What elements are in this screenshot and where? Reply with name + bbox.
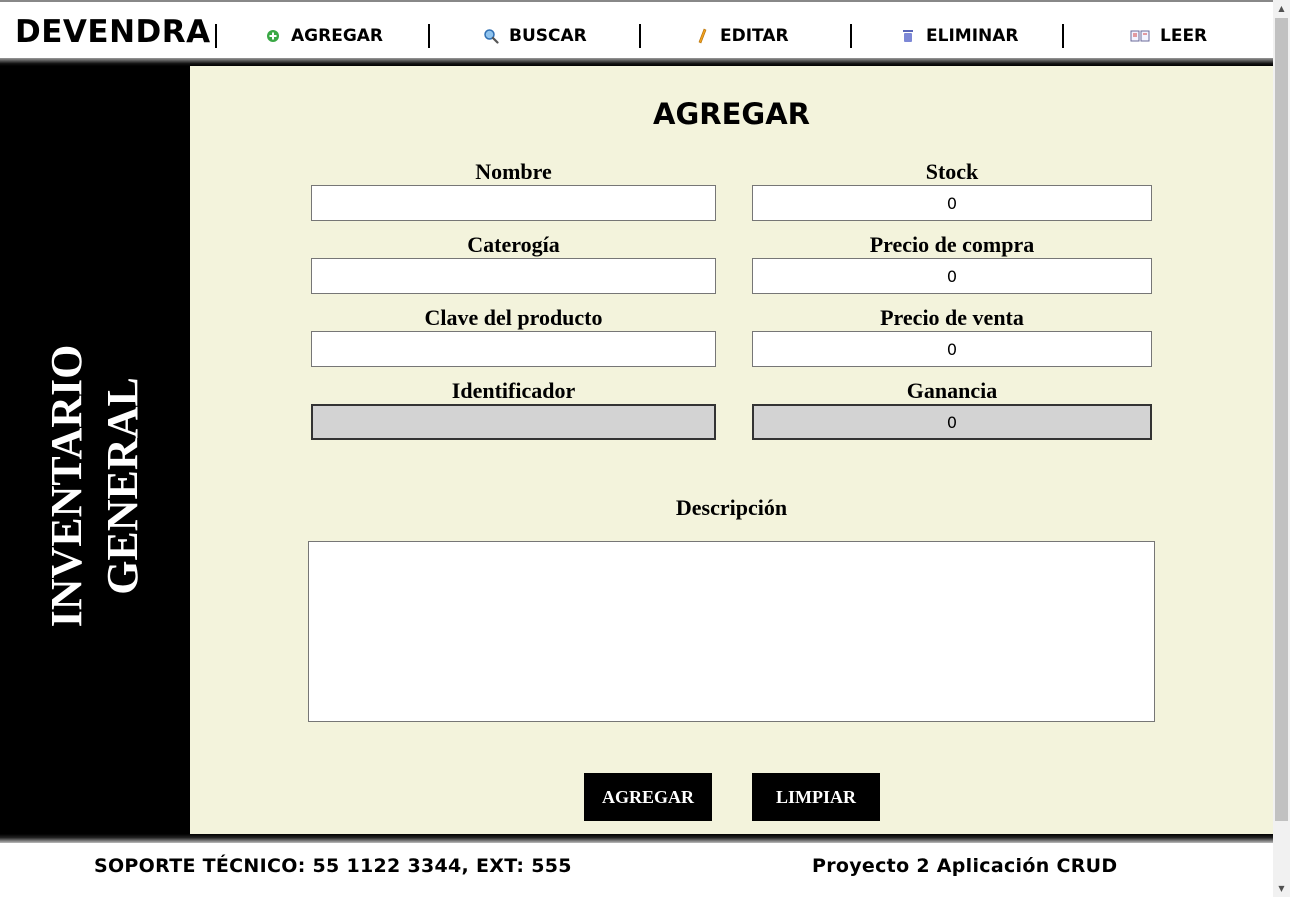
- nav-leer-label: LEER: [1160, 26, 1208, 46]
- nav-eliminar-label: ELIMINAR: [926, 26, 1019, 46]
- ganancia-field: [752, 404, 1152, 440]
- precio-venta-field[interactable]: [752, 331, 1152, 367]
- header-divider: [0, 58, 1273, 66]
- nav-separator: [639, 24, 641, 48]
- nav-separator: [215, 24, 217, 48]
- page-title: AGREGAR: [653, 97, 810, 131]
- footer: SOPORTE TÉCNICO: 55 1122 3344, EXT: 555 …: [0, 843, 1273, 897]
- sidebar-title-line2: GENERAL: [98, 377, 147, 595]
- brand-logo: DEVENDRA: [15, 14, 211, 50]
- search-icon: [483, 28, 499, 44]
- stock-label: Stock: [925, 159, 979, 184]
- nav-agregar-label: AGREGAR: [291, 26, 384, 46]
- clave-producto-label: Clave del producto: [424, 305, 603, 330]
- precio-venta-label: Precio de venta: [880, 305, 1024, 330]
- descripcion-label: Descripción: [675, 495, 788, 520]
- agregar-button[interactable]: AGREGAR: [584, 773, 712, 821]
- nombre-label: Nombre: [475, 159, 552, 184]
- nav-agregar[interactable]: AGREGAR: [265, 24, 383, 48]
- clave-producto-field[interactable]: [311, 331, 716, 367]
- nav-buscar-label: BUSCAR: [509, 26, 587, 46]
- descripcion-textarea[interactable]: [308, 541, 1155, 722]
- footer-divider: [0, 834, 1273, 843]
- precio-compra-label: Precio de compra: [869, 232, 1035, 257]
- scroll-down-arrow-icon[interactable]: ▼: [1273, 880, 1290, 897]
- scroll-up-arrow-icon[interactable]: ▲: [1273, 0, 1290, 17]
- form-panel: AGREGAR Nombre Caterogía Clave del produ…: [190, 66, 1273, 834]
- nav-leer[interactable]: LEER: [1130, 24, 1207, 48]
- trash-icon: [900, 28, 916, 44]
- sidebar-title-line1: INVENTARIO: [42, 344, 91, 628]
- nav-separator: [1062, 24, 1064, 48]
- sidebar-title: INVENTARIO GENERAL: [39, 345, 151, 628]
- limpiar-button[interactable]: LIMPIAR: [752, 773, 880, 821]
- footer-project-text: Proyecto 2 Aplicación CRUD: [812, 855, 1118, 877]
- footer-support-text: SOPORTE TÉCNICO: 55 1122 3344, EXT: 555: [94, 855, 572, 877]
- top-nav-bar: DEVENDRA AGREGAR BUSCAR EDITAR ELIMINAR …: [0, 0, 1273, 62]
- book-icon: [1130, 28, 1150, 44]
- nav-editar-label: EDITAR: [720, 26, 789, 46]
- nav-separator: [850, 24, 852, 48]
- nav-editar[interactable]: EDITAR: [694, 24, 789, 48]
- categoria-label: Caterogía: [467, 232, 560, 257]
- nombre-field[interactable]: [311, 185, 716, 221]
- stock-field[interactable]: [752, 185, 1152, 221]
- scrollbar-thumb[interactable]: [1275, 18, 1288, 821]
- categoria-field[interactable]: [311, 258, 716, 294]
- pencil-icon: [694, 28, 710, 44]
- precio-compra-field[interactable]: [752, 258, 1152, 294]
- nav-separator: [428, 24, 430, 48]
- add-circle-icon: [265, 28, 281, 44]
- sidebar: INVENTARIO GENERAL: [0, 66, 190, 834]
- identificador-field: [311, 404, 716, 440]
- nav-buscar[interactable]: BUSCAR: [483, 24, 587, 48]
- identificador-label: Identificador: [451, 378, 576, 403]
- ganancia-label: Ganancia: [906, 378, 998, 403]
- nav-eliminar[interactable]: ELIMINAR: [900, 24, 1019, 48]
